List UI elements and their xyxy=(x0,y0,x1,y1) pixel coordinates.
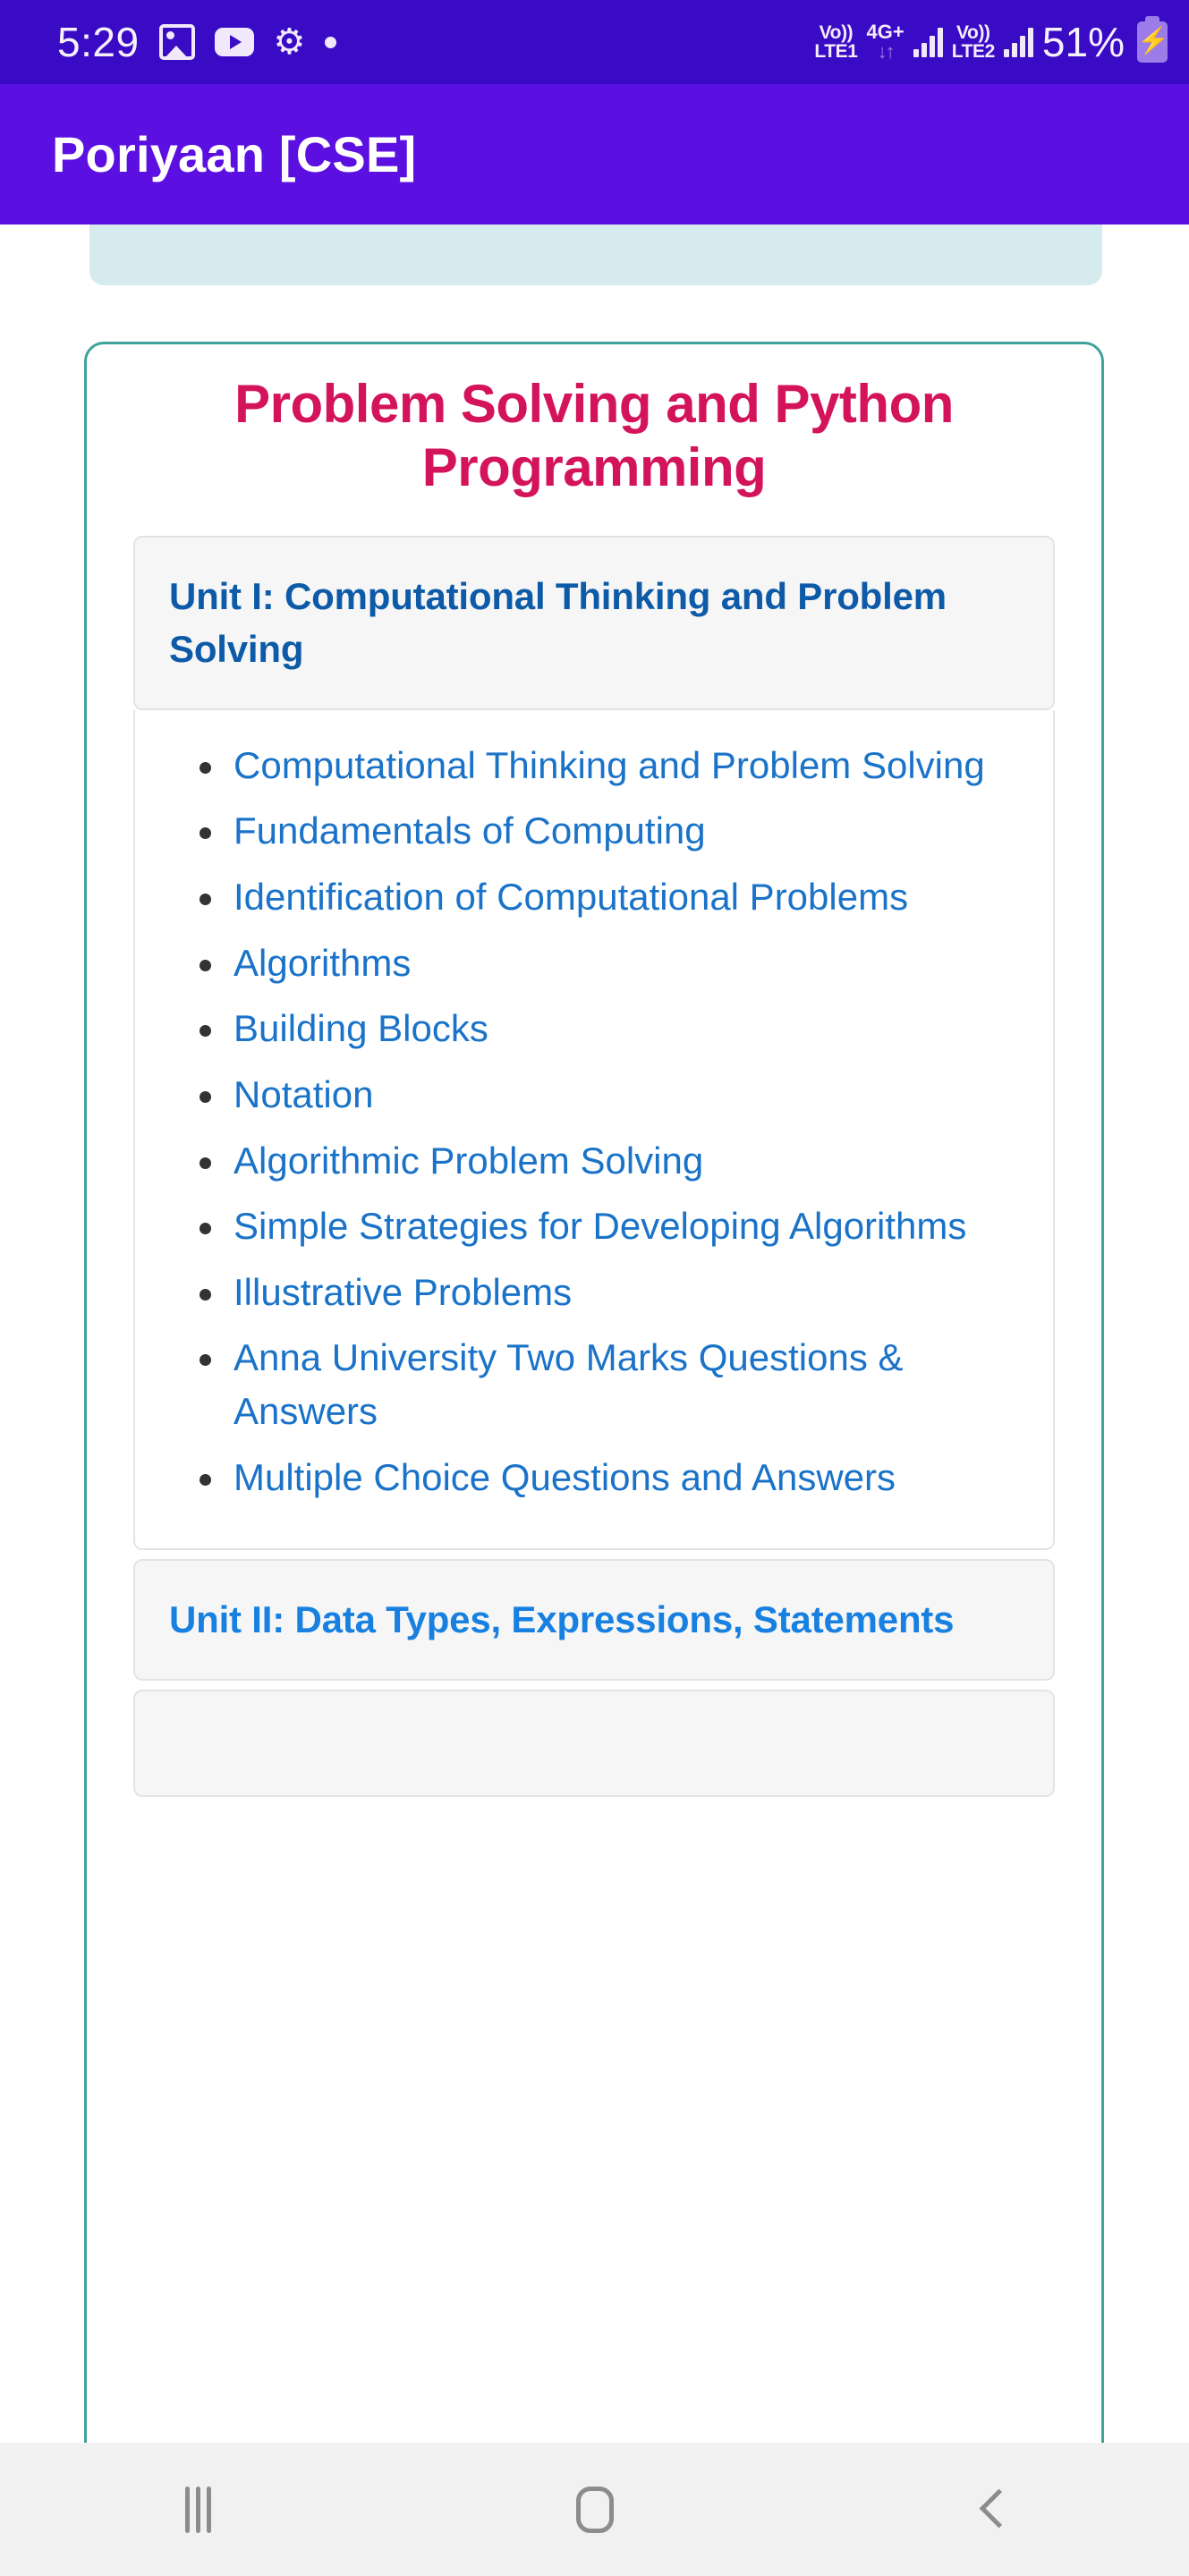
status-bar-right: Vo)) LTE1 4G+ ↓↑ Vo)) LTE2 51% xyxy=(814,16,1168,66)
list-item: Simple Strategies for Developing Algorit… xyxy=(200,1199,1017,1253)
recents-button[interactable] xyxy=(136,2465,261,2555)
accordion-header-unit-1[interactable]: Unit I: Computational Thinking and Probl… xyxy=(133,535,1055,710)
topic-link[interactable]: Illustrative Problems xyxy=(234,1266,572,1319)
app-title: Poriyaan [CSE] xyxy=(52,126,417,182)
list-item: Building Blocks xyxy=(200,1002,1017,1055)
phone-screen: 5:29 ⚙ Vo))LTE1 4G+ ↓↑ Vo))LTE2 51% Pori… xyxy=(0,0,1189,2576)
signal-bars-sim1-icon xyxy=(913,27,943,57)
accordion-header-unit-3[interactable] xyxy=(133,1689,1055,1797)
topic-link[interactable]: Anna University Two Marks Questions & An… xyxy=(234,1331,1017,1437)
topic-link[interactable]: Notation xyxy=(234,1068,373,1122)
android-navigation-bar xyxy=(0,2443,1189,2576)
topic-link[interactable]: Simple Strategies for Developing Algorit… xyxy=(234,1199,966,1253)
accordion-title-unit-2: Unit II: Data Types, Expressions, Statem… xyxy=(169,1598,955,1641)
battery-charging-icon xyxy=(1137,16,1168,63)
gear-icon: ⚙ xyxy=(273,22,306,62)
accordion-title-unit-1: Unit I: Computational Thinking and Probl… xyxy=(169,574,947,671)
battery-percent-label: 51% xyxy=(1041,19,1125,65)
list-item: Anna University Two Marks Questions & An… xyxy=(200,1331,1017,1437)
volte2-icon: Vo)) LTE2 xyxy=(951,22,996,62)
accordion-divider xyxy=(133,1550,1055,1559)
topic-link[interactable]: Identification of Computational Problems xyxy=(234,870,908,924)
accordion-divider xyxy=(133,1681,1055,1690)
list-item: Algorithms xyxy=(200,936,1017,990)
course-card: Problem Solving and Python Programming U… xyxy=(84,342,1104,2443)
list-item: Computational Thinking and Problem Solvi… xyxy=(200,739,1017,792)
web-content-area[interactable]: Problem Solving and Python Programming U… xyxy=(0,225,1189,2443)
network-type-icon: 4G+ ↓↑ xyxy=(867,22,904,62)
list-item: Identification of Computational Problems xyxy=(200,870,1017,924)
topic-link[interactable]: Algorithmic Problem Solving xyxy=(234,1134,703,1188)
status-bar-left: 5:29 ⚙ xyxy=(57,18,337,66)
home-button[interactable] xyxy=(532,2465,658,2555)
back-button[interactable] xyxy=(929,2465,1054,2555)
list-item: Illustrative Problems xyxy=(200,1266,1017,1319)
topic-list-unit-1: Computational Thinking and Problem Solvi… xyxy=(171,739,1017,1504)
accordion-panel-unit-1: Computational Thinking and Problem Solvi… xyxy=(133,709,1055,1551)
list-item: Multiple Choice Questions and Answers xyxy=(200,1451,1017,1504)
breadcrumb-strip xyxy=(89,225,1102,285)
accordion-header-unit-2[interactable]: Unit II: Data Types, Expressions, Statem… xyxy=(133,1559,1055,1681)
status-bar: 5:29 ⚙ Vo)) LTE1 4G+ ↓↑ Vo)) LTE2 51% xyxy=(0,0,1189,84)
youtube-icon xyxy=(214,28,254,56)
topic-link[interactable]: Computational Thinking and Problem Solvi… xyxy=(234,739,985,792)
home-icon xyxy=(575,2486,614,2533)
recents-icon xyxy=(185,2486,211,2533)
status-bar-clock: 5:29 xyxy=(57,19,140,65)
data-transfer-arrows-icon: ↓↑ xyxy=(877,40,896,63)
page-title: Problem Solving and Python Programming xyxy=(234,374,954,497)
volte1-icon: Vo)) LTE1 xyxy=(814,22,858,62)
topic-link[interactable]: Fundamentals of Computing xyxy=(234,804,706,858)
topic-link[interactable]: Building Blocks xyxy=(234,1002,488,1055)
list-item: Algorithmic Problem Solving xyxy=(200,1134,1017,1188)
unit-accordion: Unit I: Computational Thinking and Probl… xyxy=(133,535,1055,1797)
dot-icon xyxy=(325,36,337,48)
back-chevron-icon xyxy=(978,2487,1005,2532)
topic-link[interactable]: Multiple Choice Questions and Answers xyxy=(234,1451,896,1504)
list-item: Fundamentals of Computing xyxy=(200,804,1017,858)
signal-bars-sim2-icon xyxy=(1003,27,1033,57)
list-item: Notation xyxy=(200,1068,1017,1122)
gallery-icon xyxy=(158,24,195,60)
topic-link[interactable]: Algorithms xyxy=(234,936,411,990)
network-generation-label: 4G+ xyxy=(866,21,904,43)
app-bar: Poriyaan [CSE] xyxy=(0,84,1189,225)
